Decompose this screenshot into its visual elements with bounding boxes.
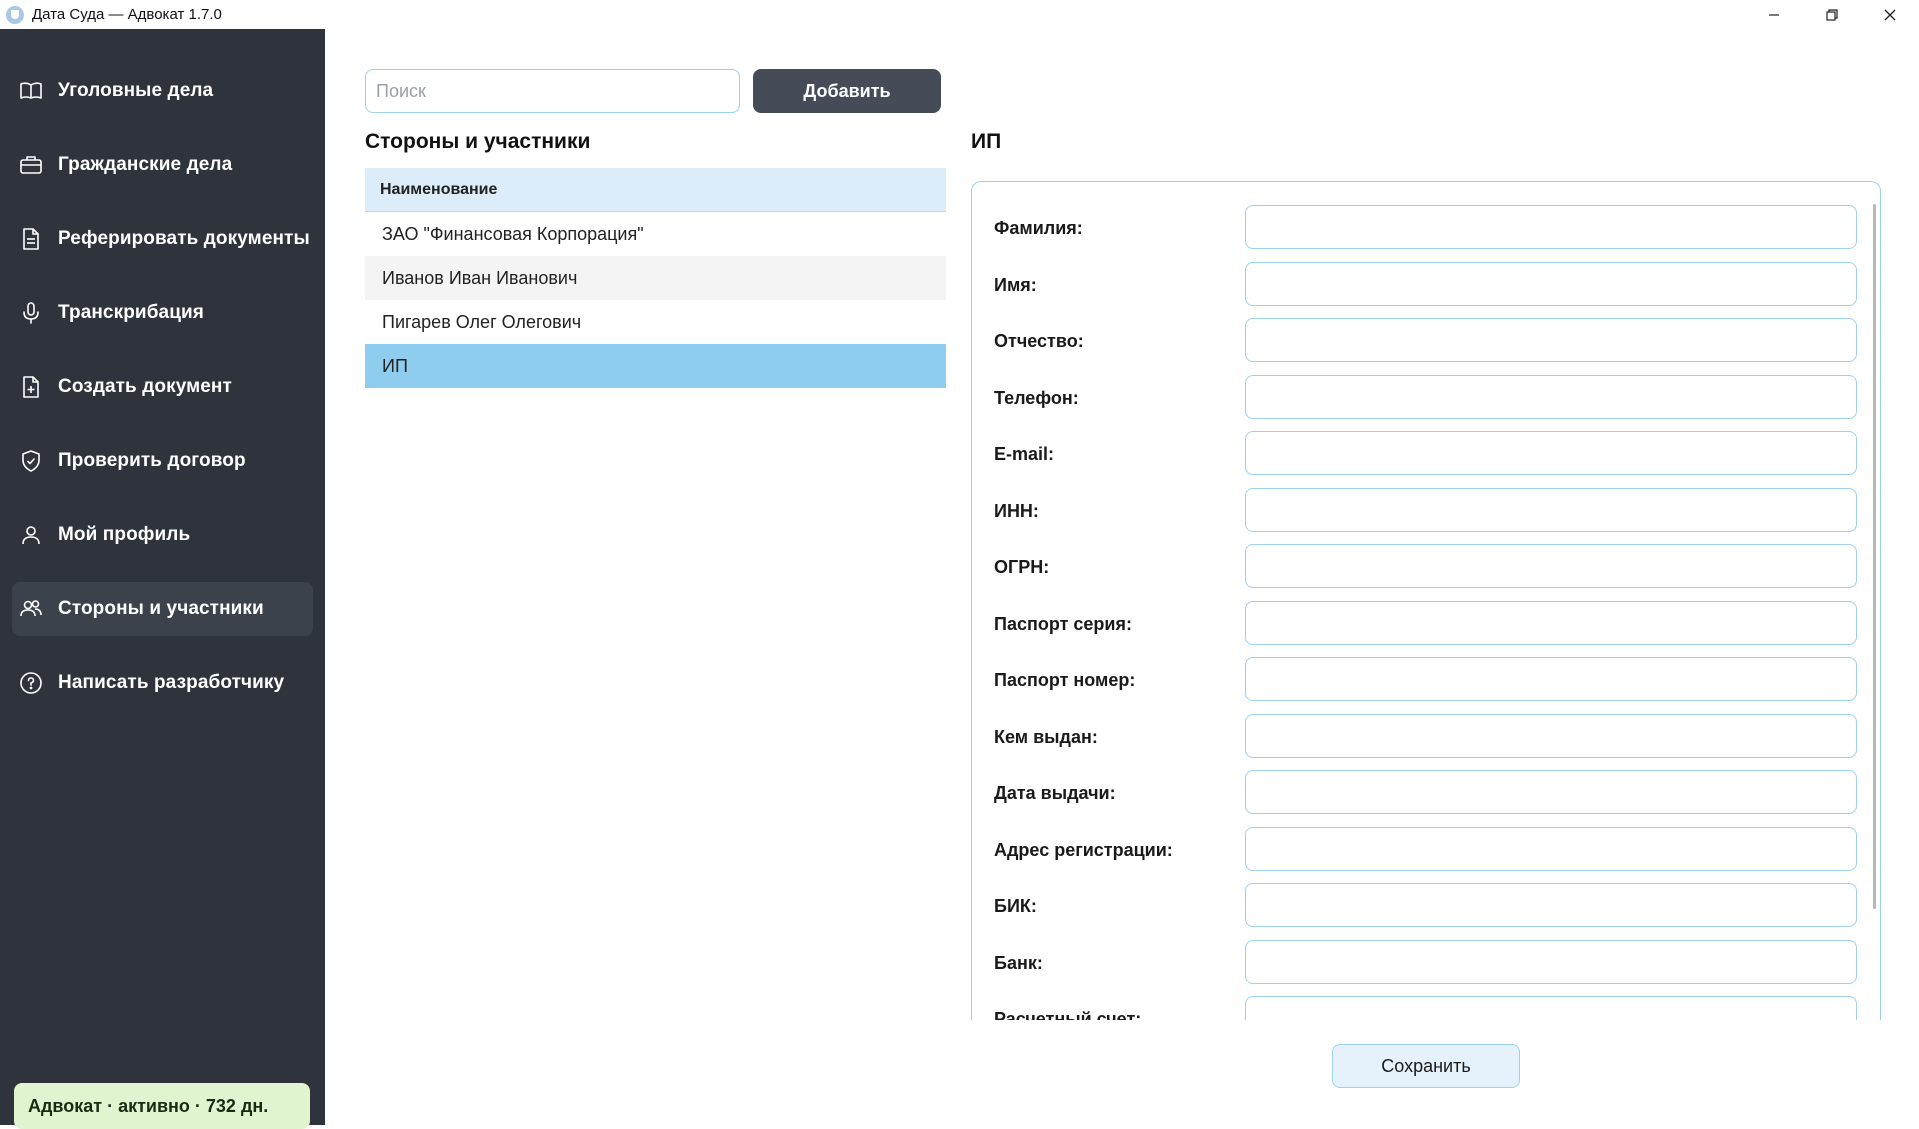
field-inn: ИНН:: [972, 487, 1857, 534]
save-button[interactable]: Сохранить: [1332, 1044, 1520, 1088]
field-first-name: Имя:: [972, 261, 1857, 308]
sidebar-item-my-profile[interactable]: Мой профиль: [12, 508, 313, 562]
field-issue-date: Дата выдачи:: [972, 770, 1857, 816]
bank-input[interactable]: [1245, 939, 1857, 984]
sidebar-item-criminal-cases[interactable]: Уголовные дела: [12, 64, 313, 118]
sidebar-item-label: Мой профиль: [58, 524, 191, 545]
sidebar: Уголовные дела Гражданские дела Рефериро…: [0, 29, 325, 1129]
ogrn-input[interactable]: [1245, 544, 1857, 588]
restore-icon[interactable]: [1803, 0, 1861, 29]
document-add-icon: [18, 374, 44, 400]
field-last-name: Фамилия:: [972, 205, 1857, 251]
sidebar-item-label: Стороны и участники: [58, 598, 264, 619]
field-label: Телефон:: [994, 387, 1079, 408]
sidebar-item-transcription[interactable]: Транскрибация: [12, 286, 313, 340]
first-name-input[interactable]: [1245, 261, 1857, 306]
user-icon: [18, 522, 44, 548]
patronymic-input[interactable]: [1245, 318, 1857, 362]
field-label: E-mail:: [994, 444, 1055, 464]
field-label: БИК:: [994, 896, 1037, 916]
bik-input[interactable]: [1245, 883, 1857, 927]
field-label: ИНН:: [994, 500, 1039, 521]
search-input[interactable]: [365, 69, 740, 113]
field-email: E-mail:: [972, 431, 1857, 477]
sidebar-item-summarize-documents[interactable]: Реферировать документы: [12, 212, 313, 266]
field-label: Расчетный счет:: [994, 1009, 1142, 1020]
issue-date-input[interactable]: [1245, 770, 1857, 814]
app-logo-icon: [6, 5, 24, 24]
users-icon: [18, 596, 44, 622]
field-bik: БИК:: [972, 883, 1857, 929]
sidebar-item-label: Проверить договор: [58, 450, 246, 471]
field-label: Имя:: [994, 274, 1037, 295]
table-row[interactable]: Иванов Иван Иванович: [365, 256, 946, 300]
field-label: ОГРН:: [994, 557, 1050, 577]
sidebar-item-label: Создать документ: [58, 376, 232, 397]
passport-number-input[interactable]: [1245, 657, 1857, 701]
field-ogrn: ОГРН:: [972, 544, 1857, 590]
form-title: ИП: [971, 130, 1002, 153]
close-icon[interactable]: [1861, 0, 1919, 29]
list-title: Стороны и участники: [365, 130, 591, 153]
field-registration-address: Адрес регистрации:: [972, 826, 1857, 873]
last-name-input[interactable]: [1245, 205, 1857, 249]
window-title: Дата Суда — Адвокат 1.7.0: [32, 6, 222, 23]
sidebar-item-create-document[interactable]: Создать документ: [12, 360, 313, 414]
form-scrollbar[interactable]: [1873, 204, 1876, 909]
document-lines-icon: [18, 226, 44, 252]
field-label: Банк:: [994, 952, 1043, 973]
field-patronymic: Отчество:: [972, 318, 1857, 364]
phone-input[interactable]: [1245, 374, 1857, 419]
field-label: Паспорт номер:: [994, 670, 1136, 690]
briefcase-icon: [18, 152, 44, 178]
field-label: Дата выдачи:: [994, 783, 1116, 803]
table-row[interactable]: Пигарев Олег Олегович: [365, 300, 946, 344]
table-row[interactable]: ЗАО "Финансовая Корпорация": [365, 212, 946, 256]
field-settlement-account: Расчетный счет:: [972, 996, 1857, 1020]
registration-address-input[interactable]: [1245, 826, 1857, 871]
help-circle-icon: [18, 670, 44, 696]
microphone-icon: [18, 300, 44, 326]
sidebar-item-check-contract[interactable]: Проверить договор: [12, 434, 313, 488]
sidebar-item-contact-developer[interactable]: Написать разработчику: [12, 656, 313, 710]
field-label: Паспорт серия:: [994, 613, 1132, 634]
passport-series-input[interactable]: [1245, 600, 1857, 645]
sidebar-item-civil-cases[interactable]: Гражданские дела: [12, 138, 313, 192]
license-status-badge: Адвокат · активно · 732 дн.: [14, 1083, 310, 1129]
parties-table: Наименование ЗАО "Финансовая Корпорация"…: [365, 168, 946, 388]
sidebar-item-label: Транскрибация: [58, 302, 204, 323]
field-label: Отчество:: [994, 331, 1084, 351]
field-passport-series: Паспорт серия:: [972, 600, 1857, 647]
sidebar-item-parties[interactable]: Стороны и участники: [12, 582, 313, 636]
field-issued-by: Кем выдан:: [972, 713, 1857, 760]
field-label: Фамилия:: [994, 218, 1083, 238]
shield-check-icon: [18, 448, 44, 474]
details-form: Фамилия: Имя: Отчество: Телефон: E-mail:…: [971, 181, 1881, 1020]
column-header-name[interactable]: Наименование: [365, 168, 946, 212]
field-phone: Телефон:: [972, 374, 1857, 421]
issued-by-input[interactable]: [1245, 713, 1857, 758]
field-bank: Банк:: [972, 939, 1857, 986]
field-label: Кем выдан:: [994, 726, 1098, 747]
book-open-icon: [18, 78, 44, 104]
settlement-account-input[interactable]: [1245, 996, 1857, 1020]
title-bar: Дата Суда — Адвокат 1.7.0: [0, 0, 1919, 29]
sidebar-item-label: Уголовные дела: [58, 80, 214, 101]
window-controls: [1745, 0, 1919, 29]
sidebar-item-label: Реферировать документы: [58, 228, 310, 249]
add-button[interactable]: Добавить: [753, 69, 941, 113]
table-row-selected[interactable]: ИП: [365, 344, 946, 388]
field-passport-number: Паспорт номер:: [972, 657, 1857, 703]
sidebar-item-label: Гражданские дела: [58, 154, 233, 175]
field-label: Адрес регистрации:: [994, 839, 1173, 860]
sidebar-item-label: Написать разработчику: [58, 672, 285, 693]
email-input[interactable]: [1245, 431, 1857, 475]
minimize-icon[interactable]: [1745, 0, 1803, 29]
inn-input[interactable]: [1245, 487, 1857, 532]
